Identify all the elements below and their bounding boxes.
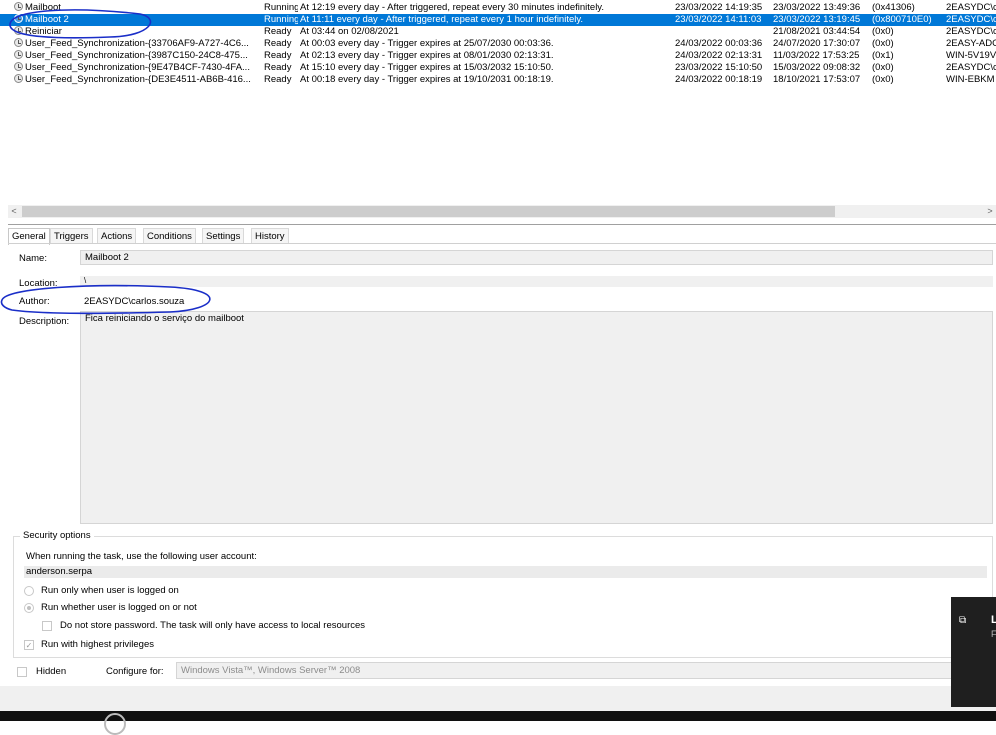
annotation-ellipse-author (0, 284, 211, 315)
annotation-overlay (0, 9, 211, 315)
annotation-ellipse-selected (9, 9, 152, 39)
